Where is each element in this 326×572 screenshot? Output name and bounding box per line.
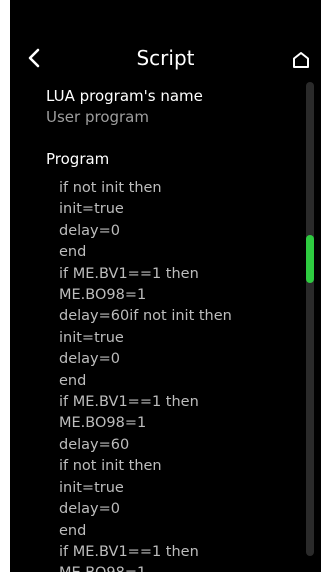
code-line: end [59, 244, 87, 261]
header-bar: Script [10, 36, 321, 80]
code-line: delay=60if not init then [59, 308, 232, 325]
code-line: ME.BO98=1 [59, 287, 147, 304]
code-line: init=true [59, 201, 124, 218]
code-line: if ME.BV1==1 then [59, 543, 199, 560]
program-code[interactable]: if not init then init=true delay=0 end if ME… [46, 178, 296, 572]
code-line: if not init then [59, 180, 162, 196]
code-line: delay=0 [59, 351, 120, 368]
scrollbar-track[interactable] [306, 82, 314, 556]
code-line: end [59, 372, 87, 389]
code-line: if ME.BV1==1 then [59, 394, 199, 411]
code-line: ME.BO98=1 [59, 563, 296, 572]
script-screen: Script LUA program's name User program P… [10, 0, 321, 572]
program-name-value[interactable]: User program [46, 107, 296, 127]
code-line: if not init then [59, 458, 162, 475]
home-icon [293, 52, 309, 68]
code-line: delay=0 [59, 501, 120, 518]
code-line: delay=60 [59, 436, 130, 453]
script-details: LUA program's name User program Program … [46, 86, 296, 572]
page-title: Script [136, 46, 195, 70]
program-label: Program [46, 150, 110, 168]
code-line: end [59, 522, 87, 539]
code-line: if ME.BV1==1 then [59, 265, 199, 282]
code-line: init=true [59, 479, 124, 496]
scrollbar-thumb[interactable] [306, 235, 314, 283]
code-line: ME.BO98=1 [59, 415, 147, 432]
code-line: init=true [59, 329, 124, 346]
home-button[interactable] [287, 46, 315, 74]
program-name-label: LUA program's name [46, 87, 203, 105]
code-line: delay=0 [59, 222, 120, 239]
